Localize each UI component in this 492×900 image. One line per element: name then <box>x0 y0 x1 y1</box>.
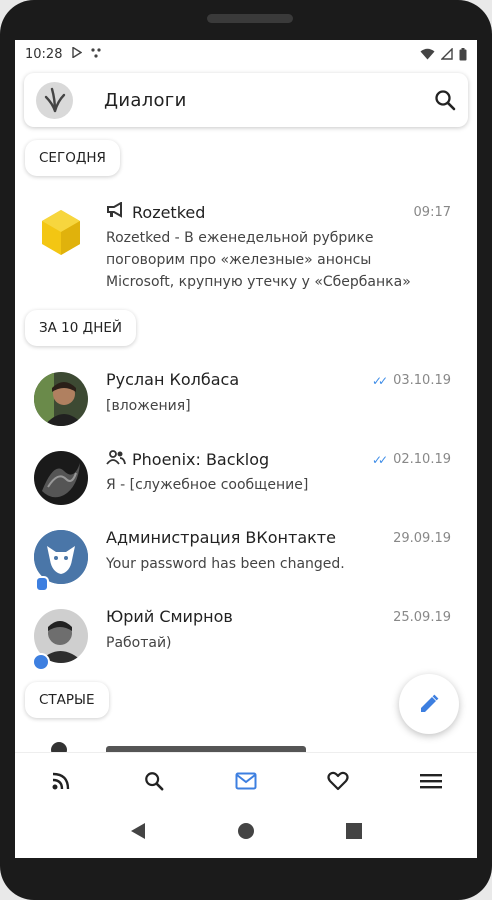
dialog-name: Руслан Колбаса <box>106 370 240 389</box>
group-icon <box>106 449 126 469</box>
dialog-name-text: Phoenix: Backlog <box>132 449 270 469</box>
phone-frame: 10:28 Диалоги СЕГОДНЯ Rozetked 09:17 Roz… <box>0 0 492 900</box>
online-status-icon <box>32 653 50 671</box>
status-right <box>420 47 467 61</box>
pencil-icon <box>421 694 439 712</box>
mail-icon <box>235 772 257 789</box>
recents-icon[interactable] <box>345 823 362 843</box>
dialog-date-text: 02.10.19 <box>393 452 451 467</box>
dialog-date: ✓✓ 03.10.19 <box>372 373 451 388</box>
nav-favorites[interactable] <box>318 761 358 801</box>
bottom-navigation <box>15 752 477 808</box>
dialog-preview-line: Rozetked - В еженедельной рубрике <box>106 230 374 246</box>
search-icon[interactable] <box>434 89 456 111</box>
double-check-icon: ✓✓ <box>372 452 388 467</box>
section-header-today: СЕГОДНЯ <box>25 140 120 176</box>
nav-feed[interactable] <box>41 761 81 801</box>
menu-icon <box>419 773 442 788</box>
avatar <box>34 451 88 505</box>
dialog-date: 29.09.19 <box>393 531 451 546</box>
dialog-row[interactable]: Руслан Колбаса ✓✓ 03.10.19 [вложения] <box>15 366 477 444</box>
home-icon[interactable] <box>237 822 255 844</box>
nav-search[interactable] <box>134 761 174 801</box>
dialog-date: 25.09.19 <box>393 610 451 625</box>
screen: 10:28 Диалоги СЕГОДНЯ Rozetked 09:17 Roz… <box>15 40 477 858</box>
dialog-row[interactable]: Юрий Смирнов 25.09.19 Работай) <box>15 603 477 681</box>
app-logo-icon[interactable] <box>36 81 73 119</box>
megaphone-icon <box>106 201 126 222</box>
dialog-name-text: Rozetked <box>132 202 206 222</box>
search-icon <box>144 771 164 790</box>
dialog-name: Администрация ВКонтакте <box>106 528 336 547</box>
dialog-date: 09:17 <box>413 205 451 220</box>
back-icon[interactable] <box>130 822 146 844</box>
feed-icon <box>52 772 70 789</box>
system-navigation <box>15 808 477 858</box>
double-check-icon: ✓✓ <box>372 373 388 388</box>
battery-icon <box>459 47 467 60</box>
compose-button[interactable] <box>399 674 459 734</box>
dialog-row[interactable]: Phoenix: Backlog ✓✓ 02.10.19 Я - [служеб… <box>15 445 477 523</box>
dialog-preview: [вложения] <box>106 398 191 414</box>
wifi-icon <box>420 48 435 60</box>
dialog-preview: Rozetked - В еженедельной рубрике погово… <box>106 227 411 293</box>
play-store-icon <box>72 46 83 61</box>
avatar <box>34 372 88 426</box>
dialog-name: Rozetked <box>106 201 206 222</box>
nav-messages[interactable] <box>226 761 266 801</box>
nav-menu[interactable] <box>411 761 451 801</box>
dialog-name: Phoenix: Backlog <box>106 449 269 469</box>
rozetked-avatar <box>34 206 88 260</box>
header-bar: Диалоги <box>24 73 468 127</box>
dialog-row[interactable]: Rozetked 09:17 Rozetked - В еженедельной… <box>15 198 477 298</box>
dialog-preview: Your password has been changed. <box>106 556 345 572</box>
speaker-grille <box>207 14 293 23</box>
dialog-date-text: 03.10.19 <box>393 373 451 388</box>
dialog-row[interactable]: Администрация ВКонтакте 29.09.19 Your pa… <box>15 524 477 602</box>
section-header-last10: ЗА 10 ДНЕЙ <box>25 310 136 346</box>
section-header-old: СТАРЫЕ <box>25 682 109 718</box>
mobile-badge-icon <box>35 576 49 592</box>
status-time: 10:28 <box>25 46 63 62</box>
dialog-preview-line: поговорим про «железные» анонсы <box>106 252 372 268</box>
dialog-preview: Я - [служебное сообщение] <box>106 477 309 493</box>
page-title: Диалоги <box>104 89 187 111</box>
dialog-date: ✓✓ 02.10.19 <box>372 452 451 467</box>
dialog-name: Юрий Смирнов <box>106 607 233 626</box>
dots-icon <box>90 47 102 62</box>
heart-icon <box>327 771 349 790</box>
dialog-preview: Работай) <box>106 635 172 651</box>
signal-icon <box>441 48 453 60</box>
dialog-preview-line: Microsoft, крупную утечку у «Сбербанка» <box>106 274 411 290</box>
status-bar: 10:28 <box>15 40 477 68</box>
